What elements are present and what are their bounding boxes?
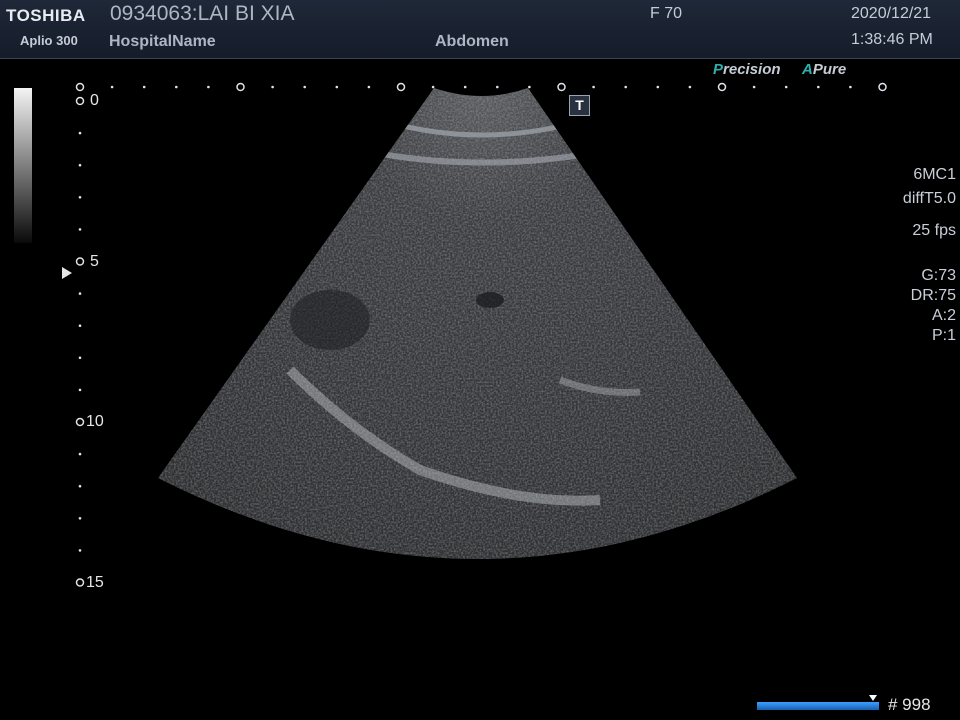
depth-label-0: 0: [90, 92, 99, 109]
lateral-minor-tick: [592, 85, 595, 89]
dynamic-range-label: DR:75: [910, 287, 956, 304]
focus-marker[interactable]: [62, 267, 72, 279]
lateral-minor-tick: [142, 85, 146, 89]
depth-minor-tick: [78, 196, 82, 199]
lateral-minor-tick: [688, 85, 692, 89]
p-param-label: P:1: [931, 327, 956, 344]
lateral-major-tick: [557, 82, 566, 92]
lateral-minor-tick: [784, 85, 788, 89]
lateral-minor-tick: [207, 85, 210, 89]
lateral-minor-tick: [367, 85, 371, 89]
lateral-major-tick: [236, 82, 245, 92]
frame-count: # 998: [888, 695, 931, 714]
lateral-minor-tick: [110, 85, 114, 89]
depth-label-10: 10: [86, 413, 104, 430]
depth-label-5: 5: [90, 253, 99, 270]
depth-major-tick: [75, 257, 85, 266]
depth-label-15: 15: [86, 574, 104, 591]
cine-position-marker[interactable]: [868, 695, 877, 701]
depth-minor-tick: [78, 228, 82, 231]
depth-minor-tick: [78, 131, 82, 135]
depth-minor-tick: [78, 324, 82, 328]
lateral-major-tick: [717, 82, 727, 92]
lateral-minor-tick: [656, 85, 660, 89]
transducer-label: 6MC1: [913, 166, 956, 183]
lateral-minor-tick: [335, 85, 339, 89]
lateral-minor-tick: [752, 85, 756, 89]
depth-minor-tick: [78, 452, 82, 456]
depth-major-tick: [75, 96, 85, 106]
depth-major-tick: [75, 578, 85, 587]
depth-minor-tick: [78, 163, 82, 167]
lateral-minor-tick: [817, 85, 820, 89]
lateral-minor-tick: [463, 85, 467, 89]
depth-minor-tick: [78, 356, 82, 360]
ultrasound-image: [75, 82, 887, 587]
lateral-minor-tick: [271, 85, 274, 89]
lateral-minor-tick: [175, 85, 178, 89]
lateral-scale-ticks: [75, 82, 887, 92]
depth-minor-tick: [78, 549, 82, 552]
lateral-minor-tick: [496, 85, 499, 89]
a-param-label: A:2: [931, 307, 956, 324]
lateral-major-tick: [878, 82, 887, 92]
cine-progress-bar[interactable]: [757, 702, 879, 710]
lateral-minor-tick: [624, 85, 627, 89]
mode-label: diffT5.0: [902, 190, 956, 207]
depth-major-tick: [75, 417, 85, 427]
gain-label: G:73: [921, 267, 956, 284]
lateral-minor-tick: [431, 85, 435, 89]
lateral-major-tick: [396, 82, 406, 92]
lateral-major-tick: [75, 82, 85, 92]
t-icon[interactable]: T: [569, 95, 590, 116]
fps-label: 25 fps: [912, 222, 956, 239]
depth-minor-tick: [78, 388, 82, 392]
lateral-minor-tick: [849, 85, 852, 89]
depth-minor-tick: [78, 517, 82, 520]
depth-minor-tick: [78, 292, 82, 295]
lateral-minor-tick: [528, 85, 531, 89]
depth-scale-ticks: [75, 96, 85, 587]
lateral-minor-tick: [303, 85, 307, 89]
depth-minor-tick: [78, 484, 82, 488]
